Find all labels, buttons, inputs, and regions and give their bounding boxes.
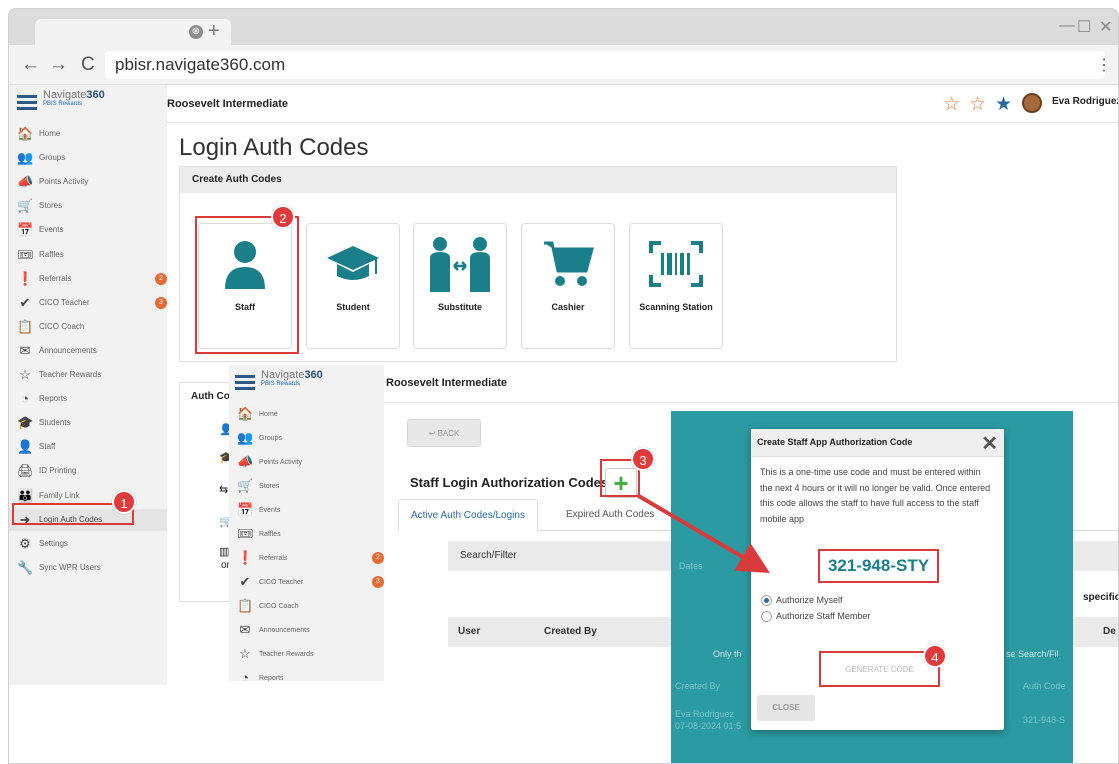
- tab-bar: ⊗ + — ☐ ✕: [9, 9, 1118, 45]
- forward-arrow-icon[interactable]: →: [49, 54, 68, 76]
- maximize-icon[interactable]: ☐: [1077, 17, 1091, 37]
- browser-menu-icon[interactable]: ⋮: [1096, 55, 1112, 75]
- reload-icon[interactable]: C: [81, 54, 95, 76]
- minimize-icon[interactable]: —: [1059, 17, 1075, 35]
- app-content: Navigate360 PBIS Rewards 🏠 Home 👥 Groups 📣 Po…: [9, 85, 1118, 763]
- tab-close-icon[interactable]: ⊗: [189, 25, 203, 39]
- browser-window: ⊗ + — ☐ ✕ ← → C pbisr.navigate360.com ⋮ …: [8, 8, 1119, 764]
- url-input[interactable]: pbisr.navigate360.com: [105, 51, 1105, 79]
- step-4-marker: 4: [923, 644, 947, 668]
- new-tab-icon[interactable]: +: [208, 20, 220, 43]
- window-close-icon[interactable]: ✕: [1099, 17, 1112, 37]
- step-1-marker: 1: [112, 490, 136, 514]
- back-arrow-icon[interactable]: ←: [21, 54, 40, 76]
- step-3-marker: 3: [631, 447, 655, 471]
- address-bar: ← → C pbisr.navigate360.com ⋮: [9, 45, 1118, 85]
- annotation-arrow: [635, 493, 770, 574]
- step-2-marker: 2: [271, 205, 295, 229]
